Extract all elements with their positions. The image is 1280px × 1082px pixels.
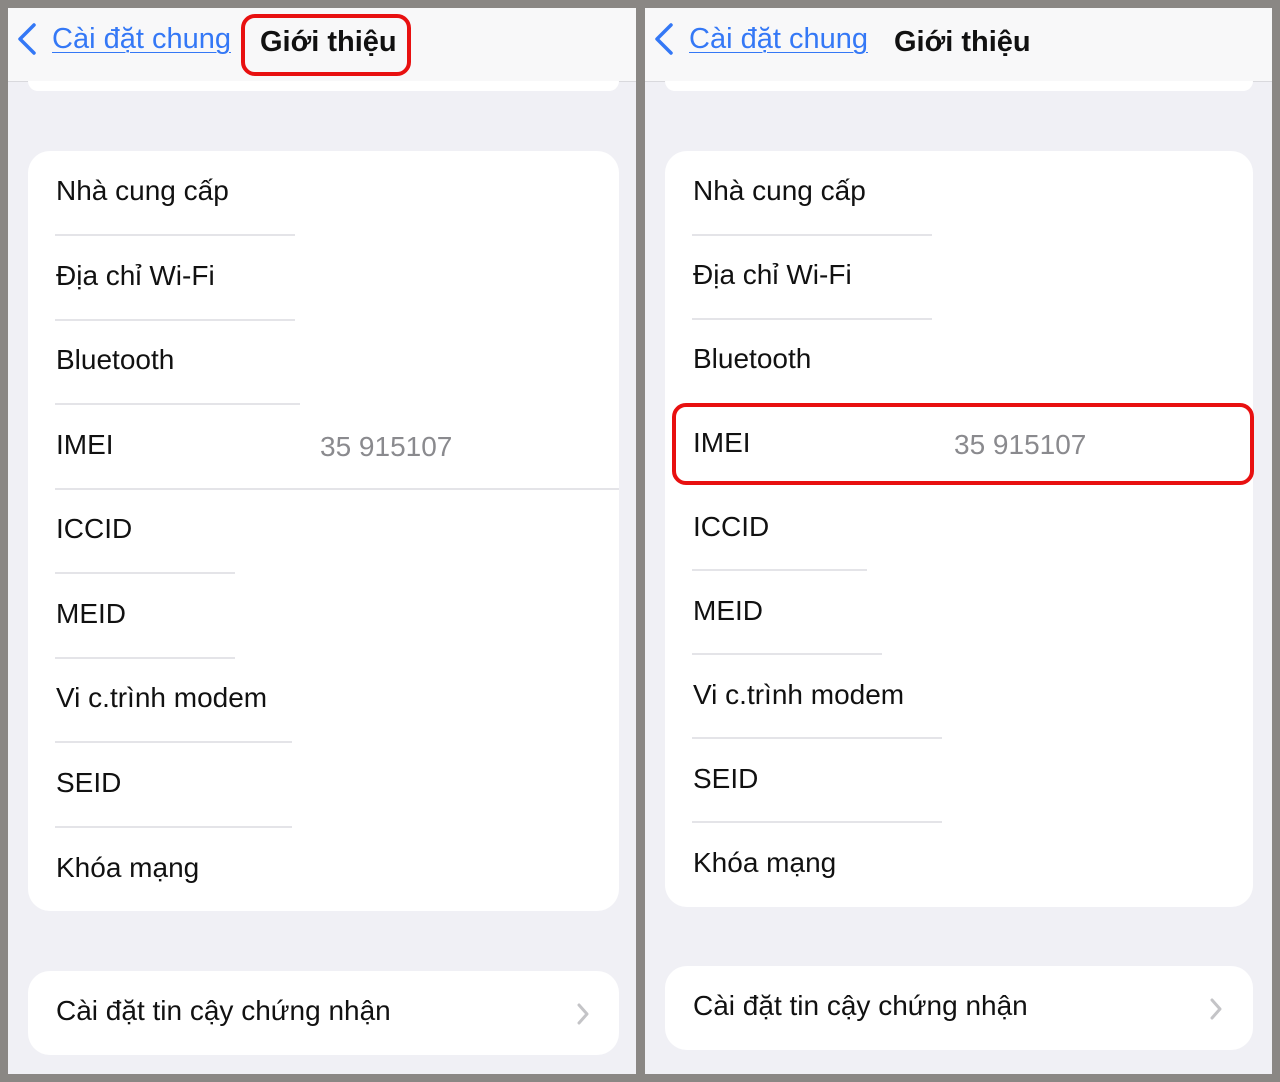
row-label: SEID (693, 763, 759, 794)
row-label: Khóa mạng (56, 852, 200, 883)
imei-value: 35 915107 (320, 431, 453, 462)
highlight-box-title (241, 14, 411, 76)
about-screen-left: Cài đặt chung Giới thiệu Nhà cung cấp Đị… (8, 8, 636, 1074)
device-info-card: Nhà cung cấp Địa chỉ Wi-Fi Bluetooth IME… (28, 151, 619, 911)
certificate-trust-row[interactable]: Cài đặt tin cậy chứng nhận (28, 971, 619, 1055)
info-row-wifi-address: Địa chỉ Wi-Fi (665, 235, 1253, 319)
row-label: Vi c.trình modem (693, 679, 905, 710)
info-row-bluetooth: Bluetooth (28, 320, 619, 404)
row-label: Địa chỉ Wi-Fi (693, 259, 852, 290)
navigation-bar: Cài đặt chung Giới thiệu (645, 8, 1272, 82)
info-row-modem-firmware: Vi c.trình modem (665, 655, 1253, 739)
navigation-bar: Cài đặt chung Giới thiệu (8, 8, 636, 82)
info-row-seid[interactable]: SEID (28, 743, 619, 827)
info-row-seid[interactable]: SEID (665, 739, 1253, 823)
about-screen-right: Cài đặt chung Giới thiệu Nhà cung cấp Đị… (645, 8, 1272, 1074)
info-row-carrier-lock[interactable]: Khóa mạng (28, 828, 619, 912)
previous-card-edge (665, 81, 1253, 91)
row-label: Khóa mạng (693, 847, 837, 878)
back-button-label: Cài đặt chung (689, 22, 868, 55)
back-button-label: Cài đặt chung (52, 22, 231, 55)
row-label: SEID (56, 767, 122, 798)
back-button[interactable]: Cài đặt chung (653, 22, 868, 56)
row-label: MEID (693, 595, 763, 626)
page-title: Giới thiệu (894, 26, 1031, 58)
info-row-carrier-lock[interactable]: Khóa mạng (665, 823, 1253, 907)
info-row-carrier: Nhà cung cấp (665, 151, 1253, 235)
previous-card-edge (28, 81, 619, 91)
info-row-iccid: ICCID (665, 487, 1253, 571)
row-label: Bluetooth (56, 344, 175, 375)
device-info-card: Nhà cung cấp Địa chỉ Wi-Fi Bluetooth IME… (665, 151, 1253, 907)
row-label: Nhà cung cấp (56, 175, 229, 206)
chevron-right-icon (1210, 998, 1222, 1020)
info-row-carrier: Nhà cung cấp (28, 151, 619, 235)
chevron-right-icon (577, 1003, 589, 1025)
chevron-left-icon (18, 23, 36, 55)
certificate-trust-settings[interactable]: Cài đặt tin cậy chứng nhận (665, 966, 1253, 1050)
certificate-trust-row[interactable]: Cài đặt tin cậy chứng nhận (665, 966, 1253, 1050)
row-label: Cài đặt tin cậy chứng nhận (56, 995, 391, 1026)
info-row-iccid: ICCID (28, 489, 619, 573)
row-label: ICCID (693, 511, 770, 542)
highlight-box-imei (672, 403, 1254, 485)
certificate-trust-settings[interactable]: Cài đặt tin cậy chứng nhận (28, 971, 619, 1055)
row-label: Cài đặt tin cậy chứng nhận (693, 990, 1028, 1021)
row-label: Địa chỉ Wi-Fi (56, 260, 215, 291)
info-row-modem-firmware: Vi c.trình modem (28, 658, 619, 742)
row-label: MEID (56, 598, 126, 629)
row-label: ICCID (56, 513, 133, 544)
info-row-wifi-address: Địa chỉ Wi-Fi (28, 236, 619, 320)
row-label: Bluetooth (693, 343, 812, 374)
row-label: Nhà cung cấp (693, 175, 866, 206)
info-row-bluetooth: Bluetooth (665, 319, 1253, 403)
back-button[interactable]: Cài đặt chung (16, 22, 231, 56)
info-row-meid: MEID (28, 574, 619, 658)
info-row-meid: MEID (665, 571, 1253, 655)
chevron-left-icon (655, 23, 673, 55)
row-label: Vi c.trình modem (56, 682, 268, 713)
row-label: IMEI (56, 429, 114, 460)
info-row-imei[interactable]: IMEI 35 915107 (28, 405, 619, 489)
